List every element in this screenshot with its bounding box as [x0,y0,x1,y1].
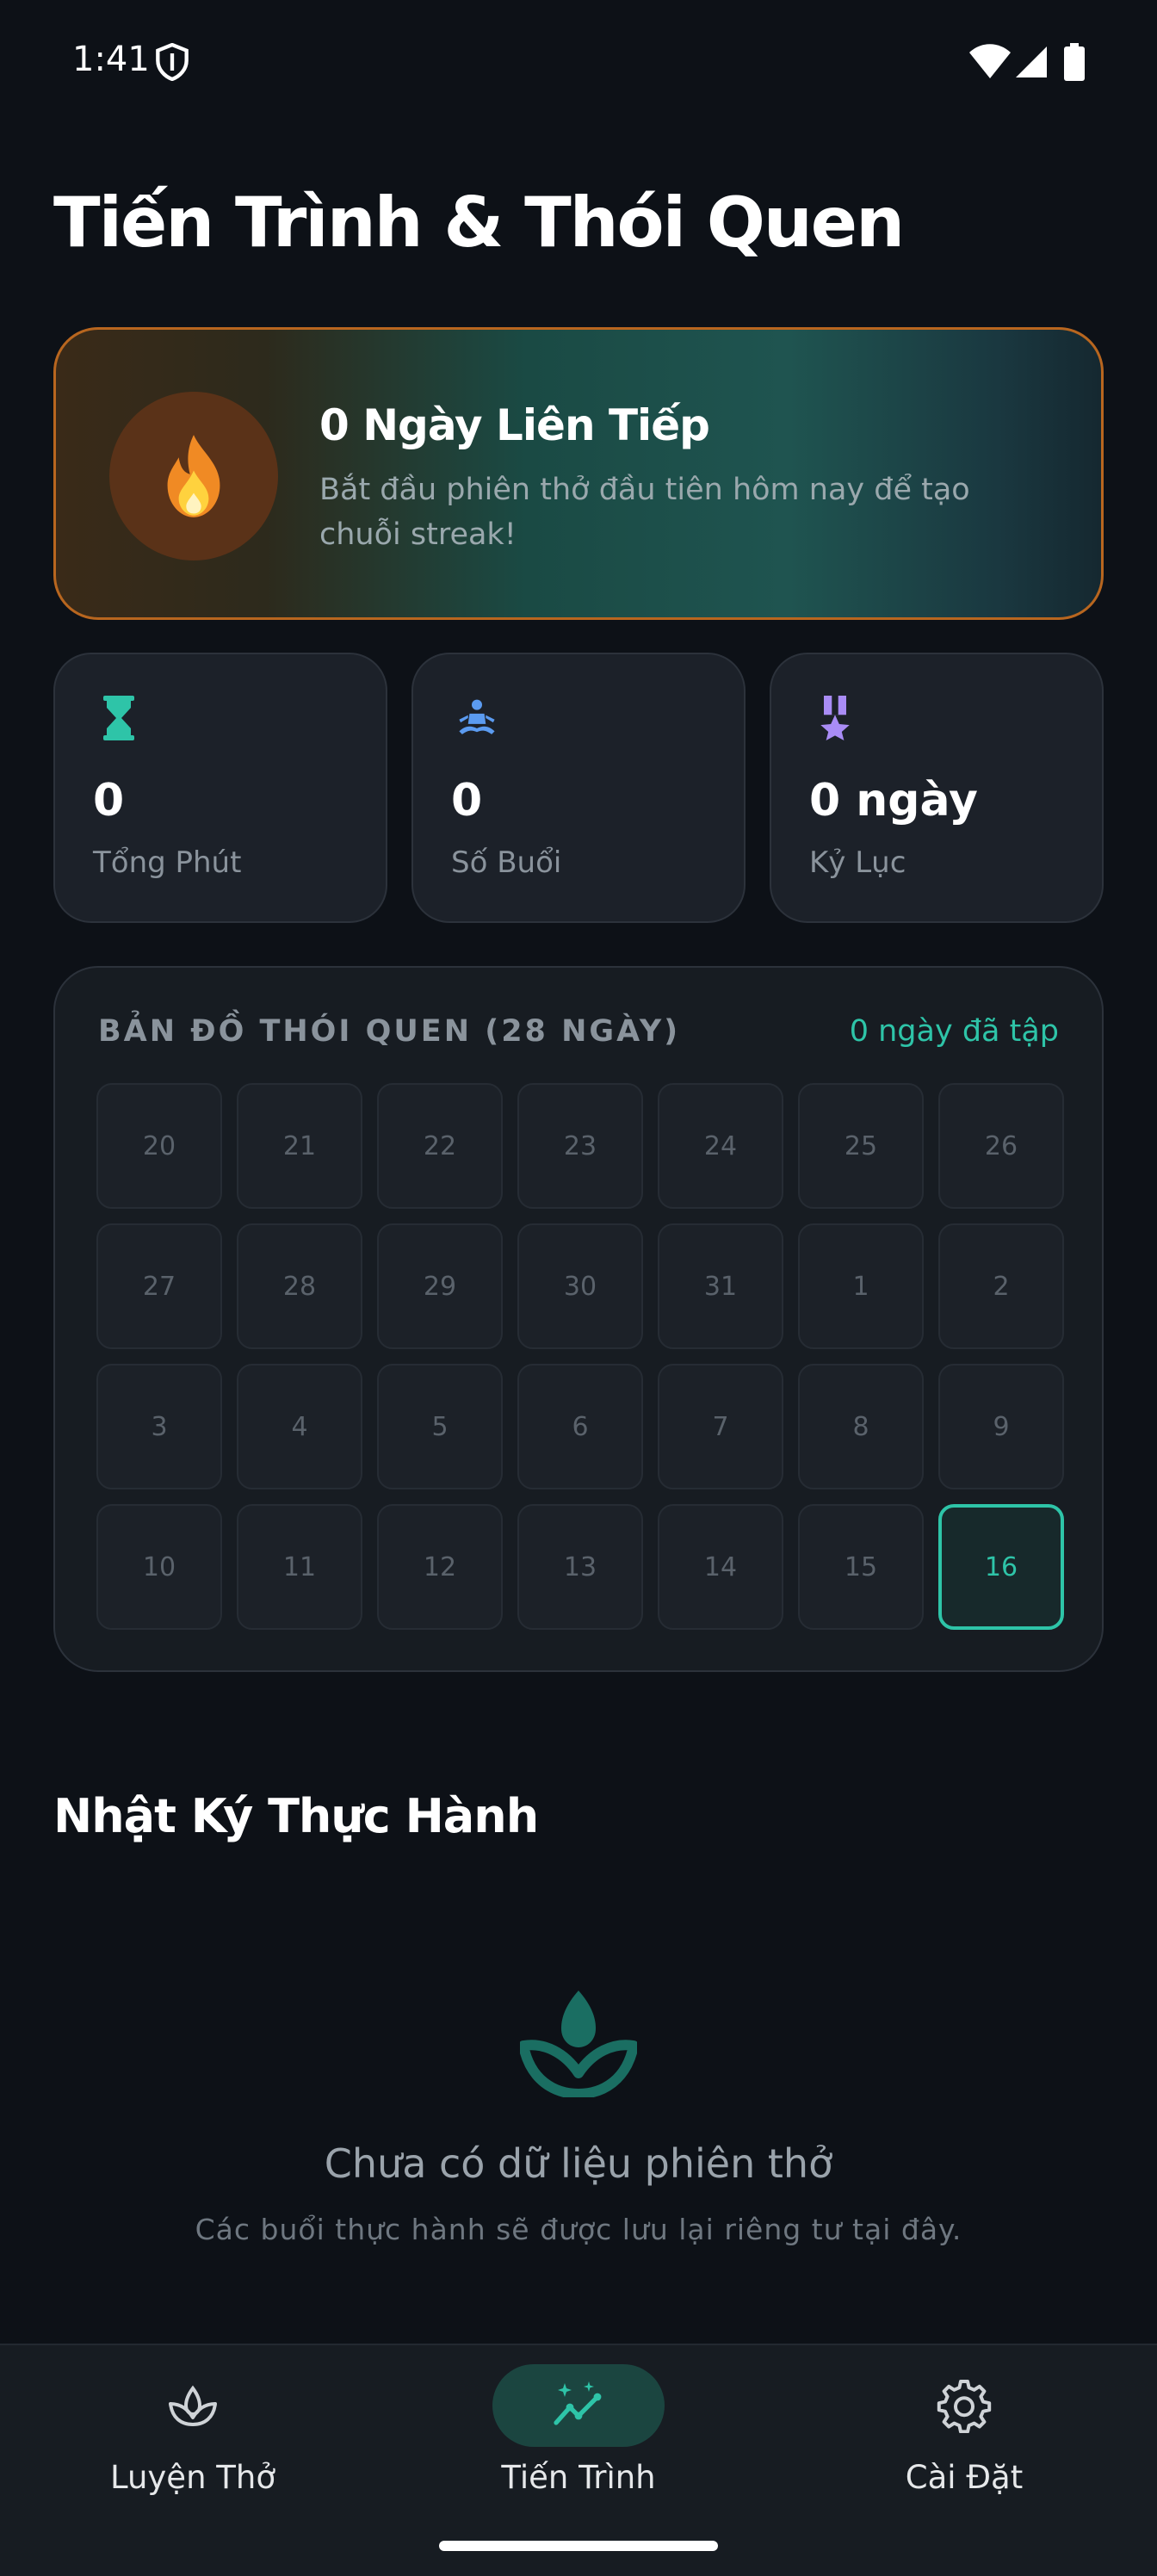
stat-card-sessions: 0 Số Buổi [411,653,746,923]
streak-title: 0 Ngày Liên Tiếp [319,400,710,450]
nav-icon-wrap [107,2364,279,2447]
habit-day: 27 [96,1223,222,1349]
meditation-icon [459,699,495,734]
shield-icon [156,43,189,81]
habit-day: 7 [658,1364,783,1489]
habit-day: 2 [938,1223,1064,1349]
medal-icon [820,696,850,740]
hourglass-icon [103,696,134,740]
habit-day: 30 [517,1223,643,1349]
nav-icon-wrap [878,2364,1050,2447]
status-time: 1:41 [72,40,150,79]
total-minutes-label: Tổng Phút [93,845,242,880]
page-title: Tiến Trình & Thói Quen [53,183,905,263]
nav-label-progress: Tiến Trình [501,2459,656,2496]
habit-day: 21 [237,1083,362,1209]
habit-day: 12 [377,1504,503,1630]
nav-item-breathing[interactable]: Luyện Thở [0,2345,386,2517]
streak-card: 0 Ngày Liên Tiếp Bắt đầu phiên thở đầu t… [53,327,1104,620]
habit-map-title: BẢN ĐỒ THÓI QUEN (28 NGÀY) [98,1014,681,1049]
habit-grid: 20 21 22 23 24 25 26 27 28 29 30 31 1 2 3 4 5 6 7 8 9 10 11 12 1… [96,1083,1064,1630]
trend-sparkle-icon [554,2381,602,2425]
habit-day: 14 [658,1504,783,1630]
habit-day: 9 [938,1364,1064,1489]
habit-day: 11 [237,1504,362,1630]
lotus-icon [169,2385,217,2426]
habit-day: 22 [377,1083,503,1209]
habit-day: 6 [517,1364,643,1489]
habit-day: 10 [96,1504,222,1630]
flame-badge [109,392,278,560]
record-value: 0 ngày [809,775,978,827]
sessions-value: 0 [451,775,483,827]
gear-icon [937,2380,992,2433]
empty-state-title: Chưa có dữ liệu phiên thở [324,2140,833,2187]
habit-day: 8 [798,1364,924,1489]
nav-label-settings: Cài Đặt [905,2459,1024,2496]
stat-card-record: 0 ngày Kỷ Lục [770,653,1104,923]
stat-card-total-minutes: 0 Tổng Phút [53,653,387,923]
habit-day: 13 [517,1504,643,1630]
wifi-icon [969,44,1011,78]
habit-map-count: 0 ngày đã tập [849,1014,1059,1049]
habit-day: 1 [798,1223,924,1349]
habit-day: 20 [96,1083,222,1209]
empty-state-subtitle: Các buổi thực hành sẽ được lưu lại riêng… [195,2213,962,2246]
status-bar: 1:41 [0,0,1157,129]
flame-icon [167,435,220,517]
nav-label-breathing: Luyện Thở [110,2459,275,2496]
battery-icon [1064,43,1085,81]
habit-day: 28 [237,1223,362,1349]
nav-item-settings[interactable]: Cài Đặt [771,2345,1157,2517]
habit-day: 4 [237,1364,362,1489]
habit-day-today: 16 [938,1504,1064,1630]
log-title: Nhật Ký Thực Hành [53,1789,539,1843]
nav-item-progress[interactable]: Tiến Trình [386,2345,771,2517]
sprout-icon [520,1991,637,2097]
streak-subtitle: Bắt đầu phiên thở đầu tiên hôm nay để tạ… [319,473,970,552]
habit-day: 15 [798,1504,924,1630]
total-minutes-value: 0 [93,775,125,827]
habit-day: 24 [658,1083,783,1209]
habit-day: 3 [96,1364,222,1489]
sessions-label: Số Buổi [451,845,562,880]
habit-day: 23 [517,1083,643,1209]
habit-map-card: BẢN ĐỒ THÓI QUEN (28 NGÀY) 0 ngày đã tập… [53,966,1104,1672]
nav-icon-wrap-active [492,2364,665,2447]
habit-day: 31 [658,1223,783,1349]
habit-day: 26 [938,1083,1064,1209]
habit-day: 29 [377,1223,503,1349]
record-label: Kỷ Lục [809,845,906,880]
habit-day: 5 [377,1364,503,1489]
signal-icon [1016,46,1047,77]
habit-day: 25 [798,1083,924,1209]
home-indicator[interactable] [439,2541,718,2551]
